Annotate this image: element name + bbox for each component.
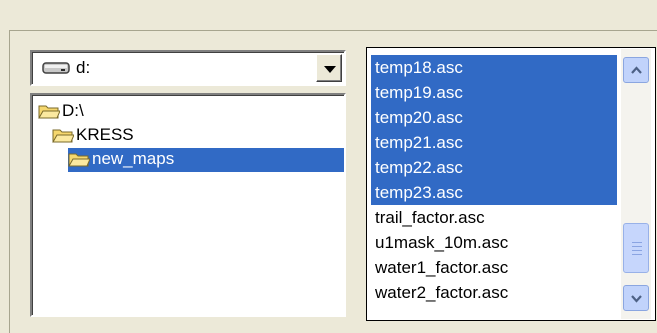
folder-item-d-root[interactable]: D:\ <box>38 100 158 124</box>
folder-list[interactable]: D:\ KRESS new_maps <box>30 93 346 317</box>
file-list[interactable]: temp18.asc temp19.asc temp20.asc temp21.… <box>366 47 656 321</box>
file-list-scrollbar[interactable] <box>621 49 651 319</box>
file-item[interactable]: trail_factor.asc <box>371 205 617 230</box>
grip-line <box>632 254 642 255</box>
chevron-down-icon <box>631 295 642 303</box>
chevron-down-icon <box>324 66 336 73</box>
scroll-up-button[interactable] <box>623 57 649 83</box>
file-item[interactable]: water2_factor.asc <box>371 280 617 305</box>
file-item[interactable]: temp23.asc <box>371 180 617 205</box>
folder-item-kress[interactable]: KRESS <box>52 124 212 148</box>
grip-line <box>632 246 642 247</box>
drive-select-value: d: <box>76 58 91 77</box>
file-item[interactable]: temp18.asc <box>371 55 617 80</box>
file-item[interactable]: temp20.asc <box>371 105 617 130</box>
scroll-thumb[interactable] <box>623 223 649 273</box>
open-folder-icon <box>68 153 90 167</box>
dialog-top-area <box>0 0 657 30</box>
file-item[interactable]: temp22.asc <box>371 155 617 180</box>
chevron-up-icon <box>631 66 642 74</box>
grip-line <box>632 242 642 243</box>
drive-select[interactable]: d: <box>30 50 346 86</box>
scroll-down-button[interactable] <box>623 285 649 311</box>
folder-item-new-maps[interactable]: new_maps <box>68 148 344 172</box>
drive-icon <box>42 62 70 74</box>
file-item[interactable]: temp19.asc <box>371 80 617 105</box>
folder-item-label: new_maps <box>92 149 175 168</box>
open-folder-icon <box>38 105 60 119</box>
file-item[interactable]: temp21.asc <box>371 130 617 155</box>
file-item[interactable]: u1mask_10m.asc <box>371 230 617 255</box>
drive-dropdown-button[interactable] <box>316 54 342 82</box>
folder-item-label: KRESS <box>76 125 134 144</box>
file-item[interactable]: water1_factor.asc <box>371 255 617 280</box>
folder-item-label: D:\ <box>62 101 84 120</box>
open-folder-icon <box>52 129 74 143</box>
grip-line <box>632 250 642 251</box>
